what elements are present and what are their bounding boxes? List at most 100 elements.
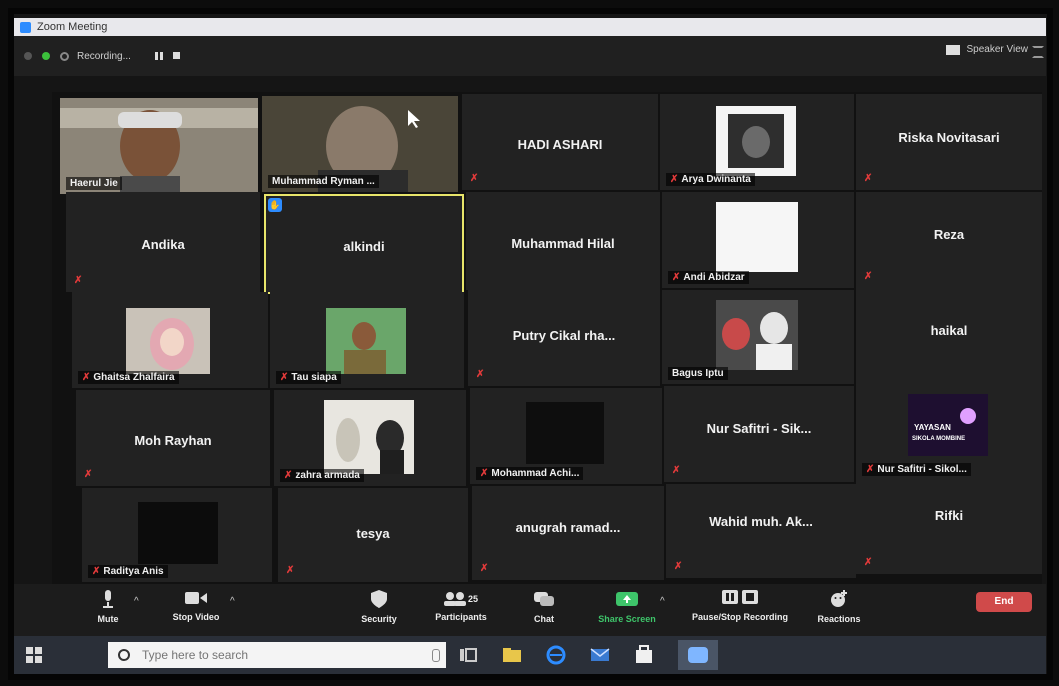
info-icon[interactable] (24, 52, 32, 60)
muted-mic-icon: ✗ (864, 173, 873, 184)
muted-mic-icon: ✗ (480, 468, 489, 479)
participant-tile[interactable]: ✗ Tau siapa (270, 292, 464, 388)
participant-name-label: Bagus Iptu (668, 367, 728, 380)
windows-start-icon[interactable] (26, 647, 42, 663)
speaker-view-button[interactable]: Speaker View (946, 44, 1028, 55)
edge-browser-icon[interactable] (546, 645, 566, 665)
participant-name: Moh Rayhan (134, 433, 212, 449)
windows-taskbar (14, 636, 1046, 674)
participant-tile[interactable]: haikal (856, 288, 1042, 384)
participant-tile[interactable]: ✗ Raditya Anis (82, 488, 272, 582)
store-icon[interactable] (634, 645, 654, 665)
participant-name: alkindi (343, 239, 385, 254)
participant-tile[interactable]: ✗ Arya Dwinanta (660, 94, 854, 190)
file-explorer-icon[interactable] (502, 645, 522, 665)
pause-stop-recording-button[interactable]: Pause/Stop Recording (682, 590, 798, 622)
participant-tile[interactable]: Rifki ✗ (856, 480, 1042, 574)
participant-tile[interactable]: Muhammad Ryman ... (262, 96, 458, 192)
participant-name: HADI ASHARI (517, 137, 603, 153)
participant-video (716, 202, 798, 272)
muted-mic-icon: ✗ (284, 470, 293, 481)
participant-name-label: ✗ zahra armada (280, 469, 364, 482)
participant-tile[interactable]: ✗ Andi Abidzar (662, 192, 854, 288)
chat-icon (534, 592, 554, 606)
participant-name: Riska Novitasari (898, 130, 1000, 146)
muted-mic-icon: ✗ (74, 275, 83, 286)
video-options-caret[interactable]: ^ (230, 596, 235, 607)
participant-video (526, 402, 604, 464)
zoom-taskbar-icon[interactable] (678, 640, 718, 670)
recording-label: Recording... (77, 50, 131, 62)
cortana-icon (118, 649, 130, 661)
pause-recording-icon[interactable] (154, 52, 163, 60)
participant-tile[interactable]: Bagus Iptu (662, 290, 854, 384)
participant-name-label: ✗ Ghaitsa Zhalfaira (78, 371, 179, 384)
muted-mic-icon: ✗ (672, 465, 681, 476)
security-button[interactable]: Security (354, 590, 404, 624)
stop-icon (742, 590, 758, 604)
muted-mic-icon: ✗ (470, 173, 479, 184)
meeting-top-bar: Recording... Speaker View (14, 36, 1046, 76)
task-view-icon[interactable] (458, 645, 478, 665)
participant-name-label: Muhammad Ryman ... (268, 175, 379, 188)
stop-recording-icon[interactable] (172, 52, 180, 59)
participant-tile[interactable]: Riska Novitasari ✗ (856, 94, 1042, 190)
share-screen-button[interactable]: Share Screen (592, 590, 662, 624)
security-shield-icon[interactable] (42, 52, 50, 60)
search-mic-icon[interactable] (432, 649, 440, 662)
muted-mic-icon: ✗ (866, 464, 875, 475)
participant-tile[interactable]: Moh Rayhan ✗ (76, 390, 270, 486)
muted-mic-icon: ✗ (670, 174, 679, 185)
fullscreen-icon[interactable] (1032, 46, 1044, 58)
muted-mic-icon: ✗ (672, 272, 681, 283)
mute-button[interactable]: Mute (88, 590, 128, 624)
participant-tile[interactable]: Haerul Jie (60, 98, 258, 194)
chat-button[interactable]: Chat (524, 590, 564, 624)
participant-name: Rifki (934, 508, 964, 524)
svg-text:YAYASAN: YAYASAN (914, 423, 951, 432)
participant-tile[interactable]: Reza ✗ (856, 192, 1042, 288)
participant-tile[interactable]: Muhammad Hilal (466, 192, 660, 290)
participant-tile[interactable]: Andika ✗ (66, 192, 260, 292)
end-meeting-button[interactable]: End (976, 592, 1032, 612)
share-options-caret[interactable]: ^ (660, 596, 665, 607)
zoom-app-icon (20, 21, 31, 33)
participant-video (326, 308, 406, 374)
participant-name-label: ✗ Nur Safitri - Sikol... (862, 463, 971, 476)
taskbar-search-input[interactable] (140, 647, 394, 663)
participant-name: anugrah ramad... (515, 519, 621, 535)
participants-button[interactable]: 25 Participants (428, 590, 494, 622)
mail-icon[interactable] (590, 645, 610, 665)
participant-tile[interactable]: tesya ✗ (278, 488, 468, 582)
muted-mic-icon: ✗ (92, 566, 101, 577)
participant-name: Wahid muh. Ak... (709, 514, 813, 530)
participant-tile[interactable]: Wahid muh. Ak... ✗ (666, 484, 856, 578)
pause-icon (722, 590, 738, 604)
speaker-view-label: Speaker View (966, 44, 1028, 55)
participant-name: Putry Cikal rha... (512, 328, 616, 344)
window-title: Zoom Meeting (37, 21, 108, 33)
participant-tile[interactable]: ✗ Mohammad Achi... (470, 388, 662, 484)
stop-video-button[interactable]: Stop Video (164, 590, 228, 622)
record-icon (60, 51, 69, 61)
share-screen-icon (616, 592, 638, 606)
participant-name-label: ✗ Raditya Anis (88, 565, 168, 578)
muted-mic-icon: ✗ (84, 469, 93, 480)
speaker-view-icon (946, 44, 961, 55)
muted-mic-icon: ✗ (280, 372, 289, 383)
taskbar-search-box[interactable] (108, 642, 446, 668)
participant-tile[interactable]: ✗ Ghaitsa Zhalfaira (72, 292, 268, 388)
participant-tile[interactable]: anugrah ramad... ✗ (472, 486, 664, 580)
recording-indicator: Recording... (60, 51, 131, 62)
participant-tile[interactable]: ✗ zahra armada (274, 390, 466, 486)
participant-tile[interactable]: Putry Cikal rha... ✗ (468, 290, 660, 386)
mute-options-caret[interactable]: ^ (134, 596, 139, 607)
participant-name: Reza (933, 226, 965, 242)
participant-tile[interactable]: YAYASAN SIKOLA MOMBINE ✗ Nur Safitri - Si… (856, 384, 1042, 480)
muted-mic-icon: ✗ (286, 565, 295, 576)
participant-tile-active[interactable]: ✋ alkindi (264, 194, 464, 294)
reactions-button[interactable]: Reactions (812, 590, 866, 624)
participant-tile[interactable]: HADI ASHARI ✗ (462, 94, 658, 190)
participants-count: 25 (467, 594, 478, 604)
participant-tile[interactable]: Nur Safitri - Sik... ✗ (664, 386, 854, 482)
